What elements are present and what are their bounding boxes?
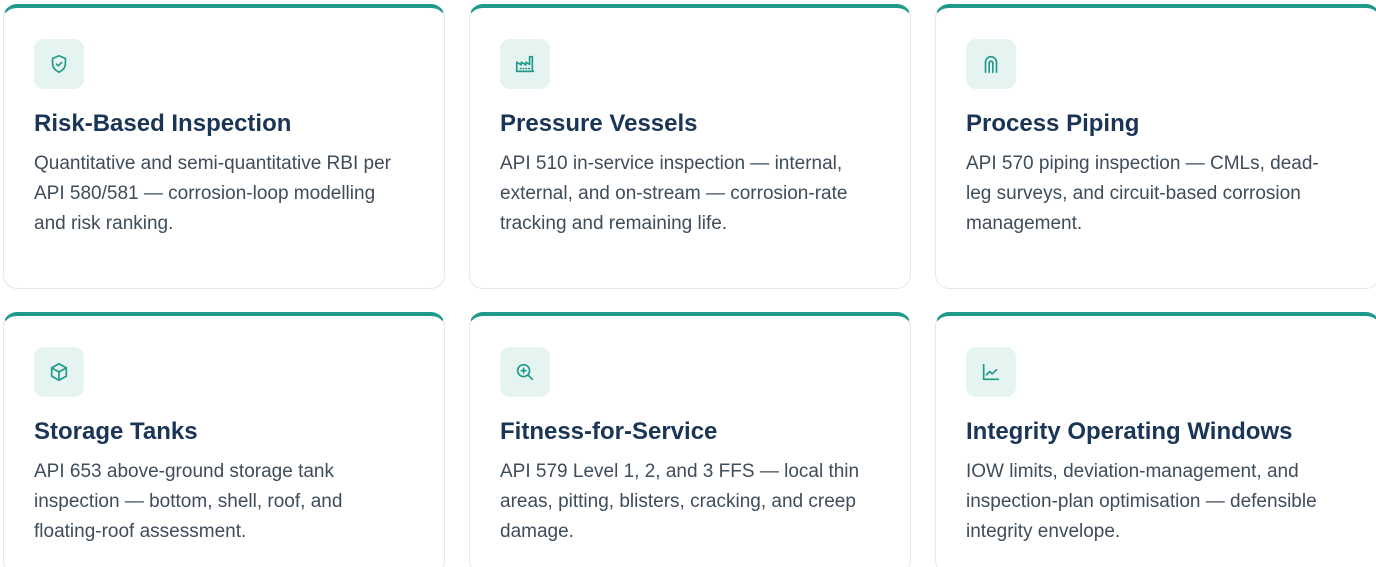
card-description: API 579 Level 1, 2, and 3 FFS — local th… — [500, 461, 860, 542]
card-description: API 570 piping inspection — CMLs, dead-l… — [966, 153, 1319, 234]
card-title: Storage Tanks — [34, 418, 198, 445]
factory-icon — [500, 39, 550, 89]
card-title: Pressure Vessels — [500, 110, 698, 137]
card-title: Process Piping — [966, 110, 1140, 137]
services-grid: Risk-Based Inspection Quantitative and s… — [0, 0, 1376, 567]
card-description: API 653 above-ground storage tank inspec… — [34, 461, 343, 542]
service-card-storage-tanks[interactable]: Storage Tanks API 653 above-ground stora… — [3, 312, 445, 567]
cube-icon — [34, 347, 84, 397]
card-title: Fitness-for-Service — [500, 418, 718, 445]
card-description: IOW limits, deviation-management, and in… — [966, 461, 1317, 542]
service-card-integrity-operating-windows[interactable]: Integrity Operating Windows IOW limits, … — [935, 312, 1376, 567]
shield-check-icon — [34, 39, 84, 89]
service-card-fitness-for-service[interactable]: Fitness-for-Service API 579 Level 1, 2, … — [469, 312, 911, 567]
zoom-in-icon — [500, 347, 550, 397]
service-card-risk-based-inspection[interactable]: Risk-Based Inspection Quantitative and s… — [3, 4, 445, 289]
card-description: Quantitative and semi-quantitative RBI p… — [34, 153, 391, 234]
line-chart-icon — [966, 347, 1016, 397]
service-card-pressure-vessels[interactable]: Pressure Vessels API 510 in-service insp… — [469, 4, 911, 289]
pipe-icon — [966, 39, 1016, 89]
card-description: API 510 in-service inspection — internal… — [500, 153, 848, 234]
service-card-process-piping[interactable]: Process Piping API 570 piping inspection… — [935, 4, 1376, 289]
card-title: Risk-Based Inspection — [34, 110, 292, 137]
card-title: Integrity Operating Windows — [966, 418, 1293, 445]
